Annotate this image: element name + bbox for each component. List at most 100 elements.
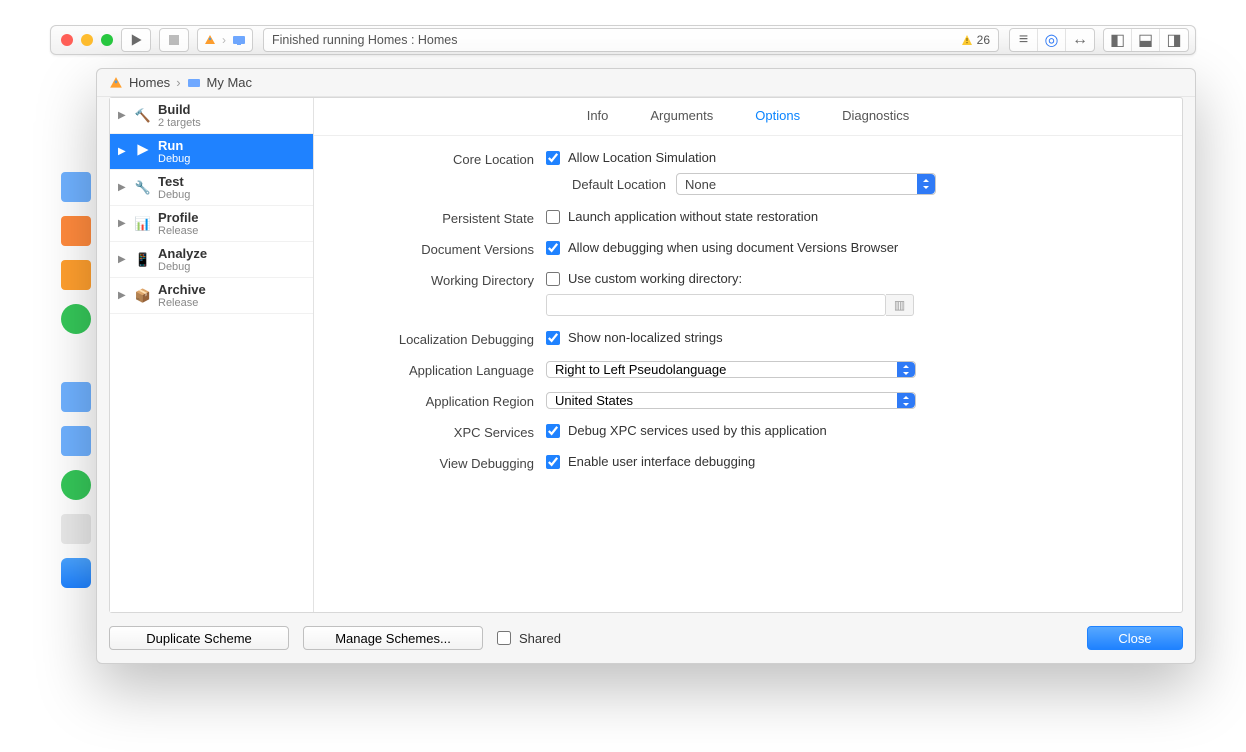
- options-panel: Info Arguments Options Diagnostics Core …: [314, 98, 1182, 612]
- label-app-language: Application Language: [344, 361, 534, 378]
- nav-item-icon[interactable]: [61, 304, 91, 334]
- nav-item-icon[interactable]: [61, 172, 91, 202]
- assistant-editor-icon[interactable]: ◎: [1038, 29, 1066, 51]
- label-app-region: Application Region: [344, 392, 534, 409]
- sidebar-item-sub: 2 targets: [158, 117, 201, 129]
- checkbox-view-debugging[interactable]: Enable user interface debugging: [546, 454, 1152, 469]
- sidebar-item-label: Analyze: [158, 246, 207, 261]
- sidebar-item-sub: Release: [158, 297, 206, 309]
- disclosure-icon[interactable]: ▶: [118, 146, 128, 157]
- zoom-window-icon[interactable]: [101, 34, 113, 46]
- nav-item-icon[interactable]: [61, 514, 91, 544]
- sidebar-item-archive[interactable]: ▶ 📦 ArchiveRelease: [110, 278, 313, 314]
- right-panel-icon[interactable]: ◨: [1160, 29, 1188, 51]
- working-directory-field[interactable]: [546, 294, 886, 316]
- sidebar-item-build[interactable]: ▶ 🔨 Build2 targets: [110, 98, 313, 134]
- scheme-selector[interactable]: ›: [197, 28, 253, 52]
- tab-info[interactable]: Info: [587, 108, 609, 123]
- sidebar-item-label: Run: [158, 138, 190, 153]
- sidebar-item-test[interactable]: ▶ 🔧 TestDebug: [110, 170, 313, 206]
- sidebar-item-label: Profile: [158, 210, 198, 225]
- scheme-tabs: Info Arguments Options Diagnostics: [314, 98, 1182, 136]
- shared-checkbox[interactable]: Shared: [497, 631, 561, 646]
- popup-app-region[interactable]: United States: [546, 392, 916, 409]
- checkbox-working-directory[interactable]: Use custom working directory:: [546, 271, 1152, 286]
- tab-arguments[interactable]: Arguments: [650, 108, 713, 123]
- duplicate-scheme-button[interactable]: Duplicate Scheme: [109, 626, 289, 650]
- label-document-versions: Document Versions: [344, 240, 534, 257]
- breadcrumb-destination[interactable]: My Mac: [207, 75, 253, 90]
- chevron-right-icon: ›: [222, 33, 226, 47]
- sidebar-item-sub: Debug: [158, 153, 190, 165]
- label-default-location: Default Location: [546, 177, 666, 192]
- warning-indicator[interactable]: 26: [961, 33, 990, 47]
- device-icon: 📱: [134, 252, 152, 268]
- popup-value: None: [685, 177, 716, 192]
- sidebar-item-profile[interactable]: ▶ 📊 ProfileRelease: [110, 206, 313, 242]
- sidebar-item-label: Archive: [158, 282, 206, 297]
- disclosure-icon[interactable]: ▶: [118, 182, 128, 193]
- status-text: Finished running Homes : Homes: [272, 33, 458, 47]
- close-button[interactable]: Close: [1087, 626, 1183, 650]
- tab-diagnostics[interactable]: Diagnostics: [842, 108, 909, 123]
- choose-folder-button[interactable]: ▥: [886, 294, 914, 316]
- close-window-icon[interactable]: [61, 34, 73, 46]
- disclosure-icon[interactable]: ▶: [118, 218, 128, 229]
- popup-arrows-icon: [917, 174, 935, 194]
- popup-arrows-icon: [897, 362, 915, 377]
- panel-visibility-segment[interactable]: ◧ ⬓ ◨: [1103, 28, 1189, 52]
- warning-count: 26: [977, 33, 990, 47]
- checkbox-persistent-state[interactable]: Launch application without state restora…: [546, 209, 1152, 224]
- sidebar-item-analyze[interactable]: ▶ 📱 AnalyzeDebug: [110, 242, 313, 278]
- breadcrumb: Homes › My Mac: [97, 69, 1195, 97]
- minimize-window-icon[interactable]: [81, 34, 93, 46]
- sidebar-item-label: Test: [158, 174, 190, 189]
- nav-item-icon[interactable]: [61, 216, 91, 246]
- disclosure-icon[interactable]: ▶: [118, 290, 128, 301]
- checkbox-allow-location[interactable]: Allow Location Simulation: [546, 150, 1152, 165]
- window-controls[interactable]: [61, 34, 113, 46]
- version-editor-icon[interactable]: ↔: [1066, 29, 1094, 51]
- tab-options[interactable]: Options: [755, 108, 800, 123]
- run-button[interactable]: [121, 28, 151, 52]
- archive-icon: 📦: [134, 288, 152, 304]
- nav-item-icon[interactable]: [61, 382, 91, 412]
- left-panel-icon[interactable]: ◧: [1104, 29, 1132, 51]
- sidebar-item-sub: Debug: [158, 189, 190, 201]
- nav-item-icon[interactable]: [61, 260, 91, 290]
- scheme-editor-sheet: Homes › My Mac ▶ 🔨 Build2 targets ▶ RunD…: [96, 68, 1196, 664]
- activity-status: Finished running Homes : Homes 26: [263, 28, 999, 52]
- disclosure-icon[interactable]: ▶: [118, 110, 128, 121]
- scheme-action-list: ▶ 🔨 Build2 targets ▶ RunDebug ▶ 🔧 TestDe…: [110, 98, 314, 612]
- popup-value: Right to Left Pseudolanguage: [555, 362, 726, 377]
- checkbox-xpc[interactable]: Debug XPC services used by this applicat…: [546, 423, 1152, 438]
- sidebar-item-run[interactable]: ▶ RunDebug: [110, 134, 313, 170]
- window-toolbar: › Finished running Homes : Homes 26 ≡ ◎ …: [50, 25, 1196, 55]
- nav-item-icon[interactable]: [61, 470, 91, 500]
- play-icon: [134, 143, 152, 160]
- nav-item-icon[interactable]: [61, 558, 91, 588]
- popup-arrows-icon: [897, 393, 915, 408]
- bottom-panel-icon[interactable]: ⬓: [1132, 29, 1160, 51]
- hammer-icon: 🔨: [134, 108, 152, 124]
- editor-mode-segment[interactable]: ≡ ◎ ↔: [1009, 28, 1095, 52]
- toolbar-right-group: ≡ ◎ ↔ ◧ ⬓ ◨: [1009, 28, 1189, 52]
- standard-editor-icon[interactable]: ≡: [1010, 29, 1038, 51]
- sidebar-item-sub: Debug: [158, 261, 207, 273]
- manage-schemes-button[interactable]: Manage Schemes...: [303, 626, 483, 650]
- popup-value: United States: [555, 393, 633, 408]
- popup-default-location[interactable]: None: [676, 173, 936, 195]
- navigator-rail: [56, 68, 96, 588]
- disclosure-icon[interactable]: ▶: [118, 254, 128, 265]
- checkbox-localization[interactable]: Show non-localized strings: [546, 330, 1152, 345]
- stop-button[interactable]: [159, 28, 189, 52]
- breadcrumb-project[interactable]: Homes: [129, 75, 170, 90]
- label-localization: Localization Debugging: [344, 330, 534, 347]
- gauge-icon: 📊: [134, 216, 152, 232]
- label-xpc: XPC Services: [344, 423, 534, 440]
- label-persistent-state: Persistent State: [344, 209, 534, 226]
- mac-icon: [187, 78, 201, 88]
- popup-app-language[interactable]: Right to Left Pseudolanguage: [546, 361, 916, 378]
- checkbox-document-versions[interactable]: Allow debugging when using document Vers…: [546, 240, 1152, 255]
- nav-item-icon[interactable]: [61, 426, 91, 456]
